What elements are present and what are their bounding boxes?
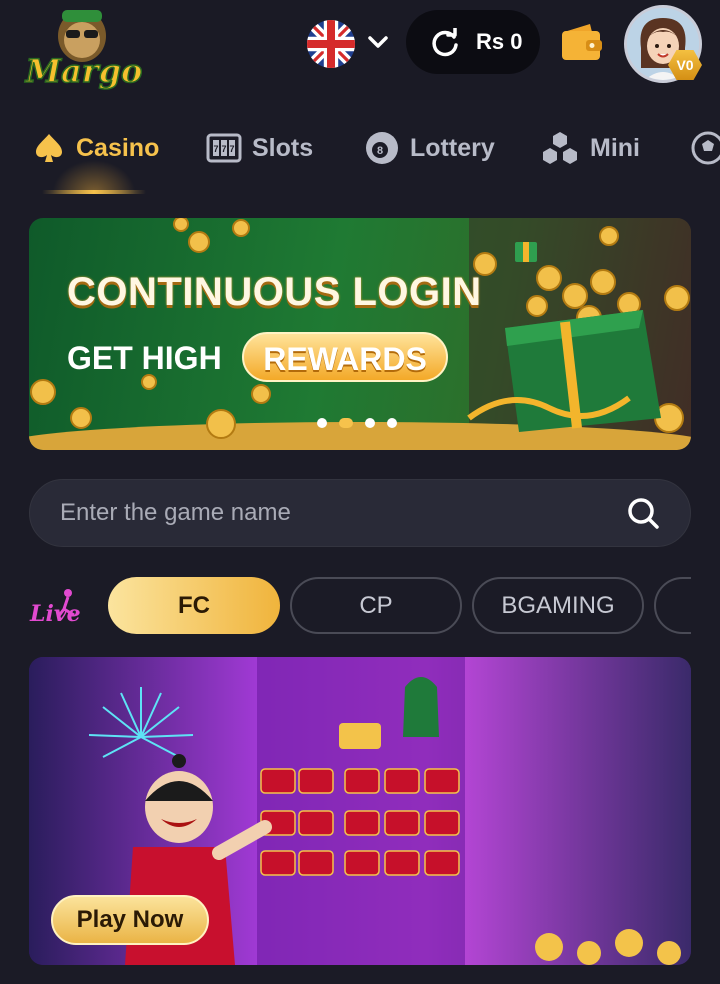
carousel-dot-active[interactable] [339, 418, 353, 428]
tab-mini[interactable]: Mini [540, 128, 640, 168]
active-tab-indicator [42, 190, 146, 194]
spade-icon [36, 134, 62, 162]
search-input[interactable] [60, 480, 620, 546]
play-now-button[interactable]: Play Now [51, 895, 209, 945]
banner-subtitle: GET HIGH [67, 340, 222, 376]
balance-pill[interactable]: Rs 0 [406, 10, 540, 74]
svg-text:7: 7 [213, 144, 218, 154]
svg-text:Margo: Margo [25, 52, 143, 90]
eight-ball-icon: 8 [366, 132, 398, 164]
soccer-ball-icon [691, 131, 720, 165]
tab-label: Slots [252, 133, 314, 162]
top-header: Margo Rs 0 V0 [0, 0, 720, 100]
tab-sports[interactable] [690, 128, 720, 168]
banner-title: CONTINUOUS LOGIN [67, 270, 482, 314]
cubes-icon [543, 132, 577, 164]
tab-label: Casino [76, 133, 160, 162]
slot-machine-icon: 7 7 7 [206, 133, 242, 163]
provider-tab-fc[interactable]: FC [108, 577, 280, 634]
search-icon[interactable] [626, 496, 662, 532]
category-tabs: Casino 7 7 7 Slots 8 Lottery Mini [0, 100, 720, 200]
tab-slots[interactable]: 7 7 7 Slots [206, 128, 313, 168]
language-flag-icon[interactable] [307, 20, 355, 68]
provider-tab-more[interactable] [654, 577, 691, 634]
provider-tabs: FC CP BGAMING [0, 570, 691, 642]
provider-tab-bgaming[interactable]: BGAMING [472, 577, 644, 634]
game-search-bar [29, 479, 691, 547]
svg-text:7: 7 [229, 144, 234, 154]
refresh-icon[interactable] [430, 26, 460, 58]
banner-highlight: REWARDS [242, 332, 448, 382]
featured-game-card[interactable]: Play Now [29, 657, 691, 965]
tab-label: Mini [590, 133, 640, 162]
chevron-down-icon[interactable] [364, 30, 392, 54]
svg-text:8: 8 [377, 145, 383, 157]
provider-tab-cp[interactable]: CP [290, 577, 462, 634]
promo-banner[interactable]: CONTINUOUS LOGIN GET HIGH REWARDS [29, 218, 691, 450]
balance-amount: Rs 0 [476, 29, 523, 54]
wallet-icon[interactable] [560, 22, 604, 62]
carousel-dot[interactable] [387, 418, 397, 428]
tab-label: Lottery [410, 133, 495, 162]
tab-lottery[interactable]: 8 Lottery [364, 128, 495, 168]
margo-logo[interactable]: Margo [22, 2, 152, 98]
carousel-dot[interactable] [365, 418, 375, 428]
provider-label: BGAMING [501, 591, 615, 619]
carousel-dot[interactable] [317, 418, 327, 428]
provider-label: CP [359, 591, 393, 619]
tab-casino[interactable]: Casino [32, 128, 159, 168]
provider-label: FC [178, 591, 210, 619]
carousel-dots [317, 418, 397, 428]
svg-text:7: 7 [221, 144, 226, 154]
